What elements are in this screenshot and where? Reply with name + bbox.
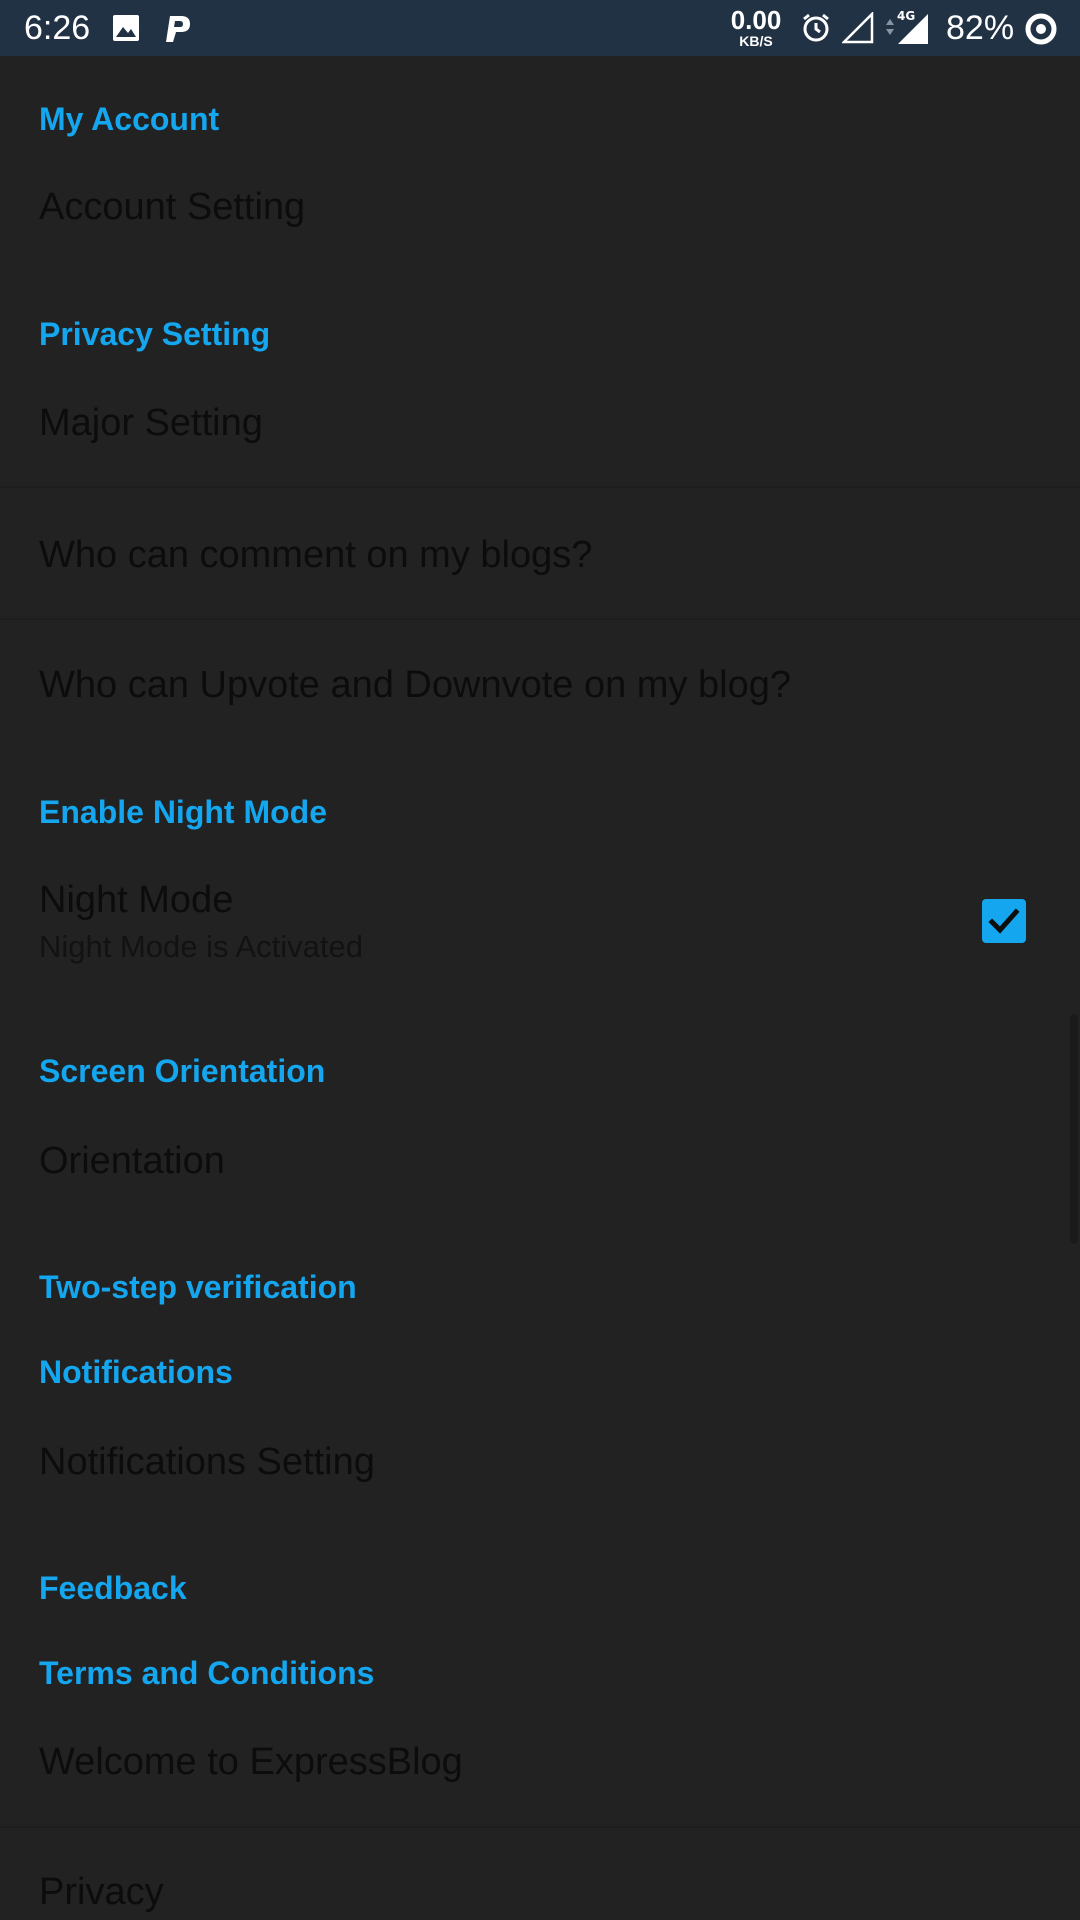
- checkmark-icon: [988, 908, 1020, 934]
- status-bar: 6:26 0.00 KB/S 4G 82%: [0, 0, 1080, 56]
- status-time: 6:26: [24, 9, 91, 47]
- night-mode-title[interactable]: Night Mode: [39, 877, 233, 923]
- divider: [0, 618, 1080, 620]
- alarm-icon: [800, 12, 832, 49]
- network-speed-unit: KB/S: [739, 33, 773, 49]
- image-icon: [112, 14, 140, 47]
- signal-4g-icon: 4G: [880, 8, 930, 51]
- header-my-account: My Account: [39, 101, 220, 137]
- comment-permission-item[interactable]: Who can comment on my blogs?: [39, 532, 592, 578]
- header-notifications: Notifications: [39, 1354, 233, 1390]
- p-app-icon: [164, 12, 192, 49]
- signal-empty-icon: [840, 10, 874, 49]
- header-terms-and-conditions: Terms and Conditions: [39, 1655, 375, 1691]
- night-mode-checkbox[interactable]: [982, 899, 1026, 943]
- header-screen-orientation: Screen Orientation: [39, 1053, 326, 1089]
- major-setting-item[interactable]: Major Setting: [39, 400, 263, 446]
- vote-permission-item[interactable]: Who can Upvote and Downvote on my blog?: [39, 662, 791, 708]
- privacy-item[interactable]: Privacy: [39, 1869, 164, 1915]
- network-type-label: 4G: [897, 9, 915, 23]
- header-two-step-verification: Two-step verification: [39, 1269, 357, 1305]
- battery-ring-icon: [1024, 12, 1058, 51]
- scrollbar[interactable]: [1070, 1014, 1078, 1244]
- divider: [0, 1826, 1080, 1828]
- network-speed-value: 0.00: [730, 5, 782, 35]
- network-speed: 0.00 KB/S: [726, 7, 786, 48]
- account-setting-item[interactable]: Account Setting: [39, 184, 305, 230]
- notifications-setting-item[interactable]: Notifications Setting: [39, 1439, 375, 1485]
- battery-percentage: 82%: [946, 9, 1015, 47]
- orientation-item[interactable]: Orientation: [39, 1138, 225, 1184]
- welcome-item[interactable]: Welcome to ExpressBlog: [39, 1739, 463, 1785]
- header-privacy-setting: Privacy Setting: [39, 316, 271, 352]
- header-feedback: Feedback: [39, 1570, 187, 1606]
- night-mode-summary: Night Mode is Activated: [39, 929, 363, 964]
- divider: [0, 486, 1080, 488]
- settings-list[interactable]: My Account Account Setting Privacy Setti…: [0, 56, 1080, 1920]
- header-night-mode: Enable Night Mode: [39, 794, 327, 830]
